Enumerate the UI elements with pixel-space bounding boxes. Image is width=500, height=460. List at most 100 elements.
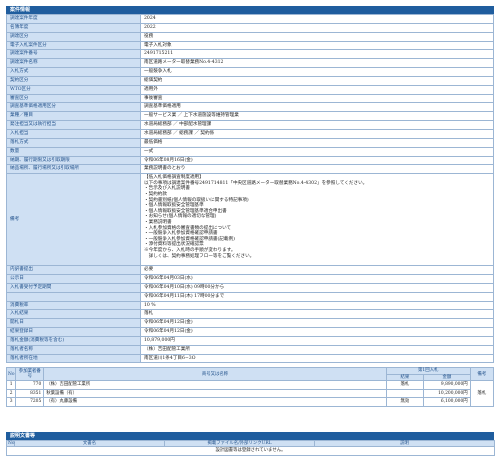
participant-number: 770 — [15, 379, 45, 390]
participant-number: 7205 — [15, 397, 45, 408]
note-label: 備考 — [6, 173, 141, 267]
info-label: 調達区分 — [6, 31, 141, 42]
info-row: 落札者名称 （株）吉田配管工業所 — [6, 344, 494, 355]
info-value: 電子入札対象 — [140, 40, 494, 51]
info-value: 令和06年04月12日(金) — [140, 327, 494, 337]
info-label: 審査区分 — [6, 93, 141, 104]
info-row: 公示日 令和06年04月03日(水) — [6, 274, 494, 284]
info-label: WTO区分 — [6, 84, 141, 95]
info-label: 入札担当 — [6, 128, 141, 139]
section-header-case-info: 案件情報 — [6, 6, 494, 14]
info-label: 調達案件番号 — [6, 49, 141, 60]
info-row: 納品場所、履行場所又は引取場所 業務説明書のとおり — [6, 164, 494, 175]
col-doc-no: No — [6, 440, 15, 448]
info-row: WTO区分 適用外 — [6, 84, 494, 95]
bid-result — [385, 388, 425, 399]
info-label: 落札者名称 — [6, 344, 141, 355]
bid-result: 無効 — [385, 397, 425, 408]
info-row: 令和06年04月11日(木) 17時00分まで — [6, 291, 494, 302]
info-row: 調達案件年度 2024 — [6, 14, 494, 24]
info-value: 業務説明書のとおり — [140, 164, 494, 175]
info-label: 納品場所、履行場所又は引取場所 — [6, 164, 141, 175]
info-value: 南区道川1条4丁目6−3O — [140, 353, 494, 364]
info-label: 名簿年度 — [6, 22, 141, 33]
info-label: 契約区分 — [6, 75, 141, 86]
info-value: 令和06年04月10日(水) 09時00分から — [140, 282, 494, 293]
info-value: 令和06年04月11日(木) 17時00分まで — [140, 291, 494, 302]
bid-result: 落札 — [385, 379, 425, 390]
info-value: 役務 — [140, 31, 494, 42]
info-row: 業種／種目 一般サービス業 ／ 上下水道施設等維持管理業 — [6, 111, 494, 122]
info-row: 発注担当又は執行担当 水道局総務部 ／ 中部配水管理課 — [6, 120, 494, 130]
bid-amount: 6,100,000円 — [423, 397, 471, 408]
section-header-documents: 説明文書等 — [6, 432, 494, 441]
info-row: 入札担当 水道局総務部 ／ 総務課 ／ 契約係 — [6, 128, 494, 139]
info-label: 発注担当又は執行担当 — [6, 120, 141, 130]
info-value: 水道局総務部 ／ 総務課 ／ 契約係 — [140, 128, 494, 139]
info-label — [6, 291, 141, 302]
company-name: 秋葉設備（有） — [43, 388, 387, 399]
info-row: 調査基準価格適用区分 調査基準価格適用 — [6, 102, 494, 113]
info-row: 納期、履行期限又は引取期限 令和06年08月16日(金) — [6, 155, 494, 166]
info-label: 公示日 — [6, 274, 141, 284]
info-row: 内訳書提出 必要 — [6, 265, 494, 276]
info-row: 調達区分 役務 — [6, 31, 494, 42]
info-value: 南区道路メーター取替業務No.4-4312 — [140, 58, 494, 69]
info-value: 適用外 — [140, 84, 494, 95]
info-value: 最低価格 — [140, 137, 494, 148]
info-row: 消費税率 10 % — [6, 300, 494, 311]
bid-amount: 10,200,000円 — [423, 388, 471, 399]
info-label: 開札日 — [6, 318, 141, 329]
info-value: 水道局総務部 ／ 中部配水管理課 — [140, 120, 494, 130]
info-row: 契約区分 総価契約 — [6, 75, 494, 86]
info-label: 電子入札案件区分 — [6, 40, 141, 51]
info-value: 2491715211 — [140, 49, 494, 60]
info-value: 一般サービス業 ／ 上下水道施設等維持管理業 — [140, 111, 494, 122]
info-row: 開札日 令和06年04月12日(金) — [6, 318, 494, 329]
page: 案件情報 調達案件年度 2024 名簿年度 2022 調達区分 役務 電子入札案件区分 電子入… — [5, 6, 495, 457]
info-label: 入札方式 — [6, 67, 141, 77]
table-row: 2 8351 秋葉設備（有） 10,200,000円 — [5, 388, 494, 399]
info-row: 結果登録日 令和06年04月12日(金) — [6, 327, 494, 337]
info-value: 令和06年04月12日(金) — [140, 318, 494, 329]
case-info-table: 調達案件年度 2024 名簿年度 2022 調達区分 役務 電子入札案件区分 電子入札対象 調達… — [6, 14, 494, 364]
info-label: 落札金額(消費税等を含む) — [6, 335, 141, 346]
col-company-name: 商号又は名称 — [43, 367, 387, 381]
remark-value: 落札 — [469, 379, 495, 408]
info-row: 落札金額(消費税等を含む) 10,879,000円 — [6, 335, 494, 346]
note-text: 【低入札価格調査制度適用】 以下の事項は調達案件番号2491714811「中央区道… — [140, 173, 494, 267]
info-label: 結果登録日 — [6, 327, 141, 337]
info-value: 必要 — [140, 265, 494, 276]
info-label: 落札方式 — [6, 137, 141, 148]
info-label: 入札結果 — [6, 309, 141, 320]
info-label: 納期、履行期限又は引取期限 — [6, 155, 141, 166]
table-row: 1 770 （株）吉田配管工業所 落札 9,890,000円 落札 — [5, 379, 495, 408]
bid-amount: 9,890,000円 — [423, 379, 471, 390]
info-row: 調達案件番号 2491715211 — [6, 49, 494, 60]
info-row: 電子入札案件区分 電子入札対象 — [6, 40, 494, 51]
col-participant-number: 参加業者番号 — [15, 367, 45, 381]
row-no: 2 — [5, 388, 17, 399]
info-value: 総価契約 — [140, 75, 494, 86]
info-value: 2022 — [140, 22, 494, 33]
info-row: 審査区分 事後審査 — [6, 93, 494, 104]
info-value: 令和06年08月16日(金) — [140, 155, 494, 166]
company-name: （株）吉田配管工業所 — [43, 379, 387, 390]
info-value: （株）吉田配管工業所 — [140, 344, 494, 355]
info-row: 入札方式 一般競争入札 — [6, 67, 494, 77]
row-no: 3 — [5, 397, 17, 408]
info-value: 10 % — [140, 300, 494, 311]
info-row: 落札方式 最低価格 — [6, 137, 494, 148]
info-label: 業種／種目 — [6, 111, 141, 122]
bid-results-table: No 参加業者番号 商号又は名称 第1回入札 備考 結果 金額 1 770 （株）吉… — [5, 367, 495, 408]
info-value: 令和06年04月03日(水) — [140, 274, 494, 284]
info-value: 一般競争入札 — [140, 67, 494, 77]
table-row: 3 7205 （有）丸藤設備 無効 6,100,000円 — [5, 397, 494, 408]
info-label: 入札書受付予定期間 — [6, 282, 141, 293]
row-no: 1 — [5, 379, 17, 390]
info-value: 10,879,000円 — [140, 335, 494, 346]
info-row: 数量 一式 — [6, 146, 494, 157]
info-label: 調達案件名称 — [6, 58, 141, 69]
documents-table: No 文書名 掲載ファイル名/外部リンクURL 説明 設計図書等は登録されていま… — [6, 440, 495, 457]
info-value: 事後審査 — [140, 93, 494, 104]
